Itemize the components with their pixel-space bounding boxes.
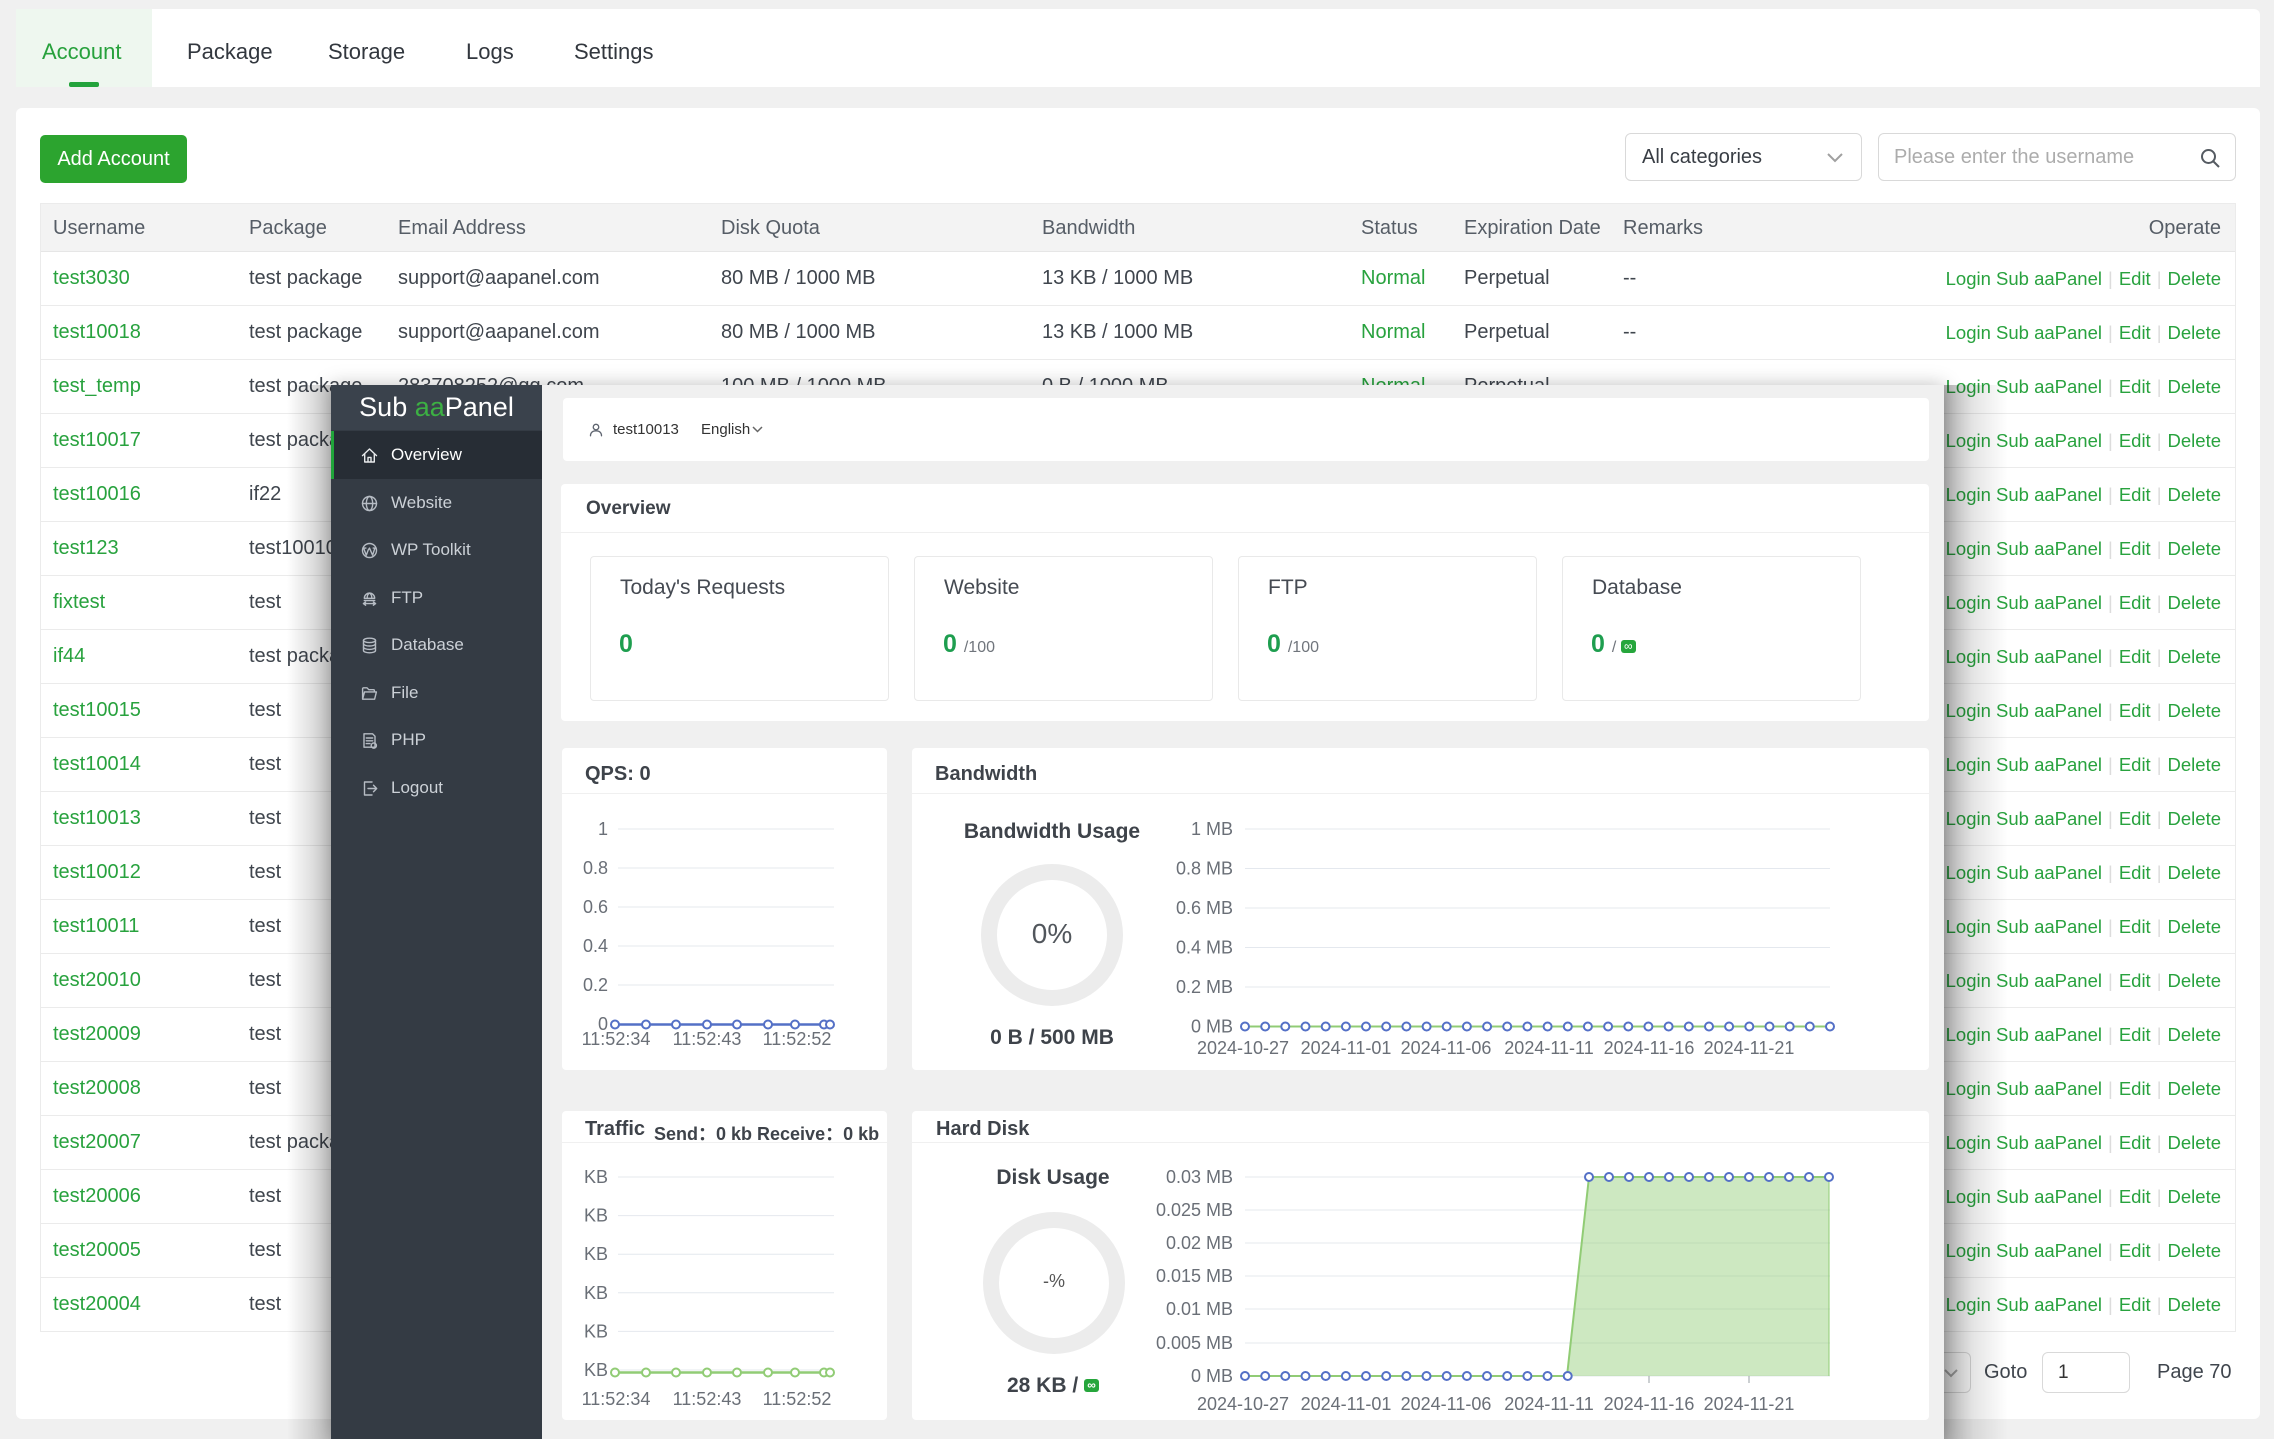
svg-text:0.2: 0.2 (583, 975, 608, 995)
svg-text:0.6: 0.6 (583, 897, 608, 917)
svg-text:KB: KB (584, 1244, 608, 1264)
svg-text:11:52:34: 11:52:34 (582, 1029, 651, 1049)
svg-text:2024-11-06: 2024-11-06 (1401, 1038, 1492, 1058)
svg-text:2024-11-16: 2024-11-16 (1604, 1394, 1695, 1414)
svg-text:0.03 MB: 0.03 MB (1166, 1167, 1233, 1187)
svg-text:11:52:52: 11:52:52 (763, 1389, 832, 1409)
svg-text:KB: KB (584, 1360, 608, 1380)
svg-text:1 MB: 1 MB (1191, 819, 1233, 839)
svg-text:0.005 MB: 0.005 MB (1156, 1333, 1233, 1353)
svg-text:0.015 MB: 0.015 MB (1156, 1266, 1233, 1286)
svg-text:0.4 MB: 0.4 MB (1176, 938, 1233, 958)
svg-text:0.8 MB: 0.8 MB (1176, 859, 1233, 879)
svg-text:2024-11-21: 2024-11-21 (1704, 1394, 1795, 1414)
svg-text:2024-11-01: 2024-11-01 (1301, 1394, 1392, 1414)
svg-text:0.01 MB: 0.01 MB (1166, 1299, 1233, 1319)
svg-text:0.02 MB: 0.02 MB (1166, 1233, 1233, 1253)
svg-text:2024-11-21: 2024-11-21 (1704, 1038, 1795, 1058)
svg-text:11:52:43: 11:52:43 (673, 1029, 742, 1049)
svg-text:0.8: 0.8 (583, 858, 608, 878)
svg-text:2024-10-27: 2024-10-27 (1197, 1038, 1289, 1058)
svg-text:2024-11-01: 2024-11-01 (1301, 1038, 1392, 1058)
svg-text:2024-11-16: 2024-11-16 (1604, 1038, 1695, 1058)
svg-text:2024-11-11: 2024-11-11 (1504, 1394, 1593, 1414)
svg-text:1: 1 (598, 819, 608, 839)
svg-text:2024-11-06: 2024-11-06 (1401, 1394, 1492, 1414)
svg-text:0.2 MB: 0.2 MB (1176, 977, 1233, 997)
svg-text:0.4: 0.4 (583, 936, 608, 956)
svg-text:0.6 MB: 0.6 MB (1176, 898, 1233, 918)
svg-text:0.025 MB: 0.025 MB (1156, 1200, 1233, 1220)
svg-text:11:52:43: 11:52:43 (673, 1389, 742, 1409)
svg-text:2024-10-27: 2024-10-27 (1197, 1394, 1289, 1414)
svg-text:11:52:52: 11:52:52 (763, 1029, 832, 1049)
svg-text:0 MB: 0 MB (1191, 1366, 1233, 1386)
svg-text:11:52:34: 11:52:34 (582, 1389, 651, 1409)
svg-text:KB: KB (584, 1283, 608, 1303)
svg-text:2024-11-11: 2024-11-11 (1504, 1038, 1593, 1058)
svg-text:KB: KB (584, 1321, 608, 1341)
svg-text:KB: KB (584, 1206, 608, 1226)
svg-text:KB: KB (584, 1167, 608, 1187)
svg-text:0 MB: 0 MB (1191, 1017, 1233, 1037)
